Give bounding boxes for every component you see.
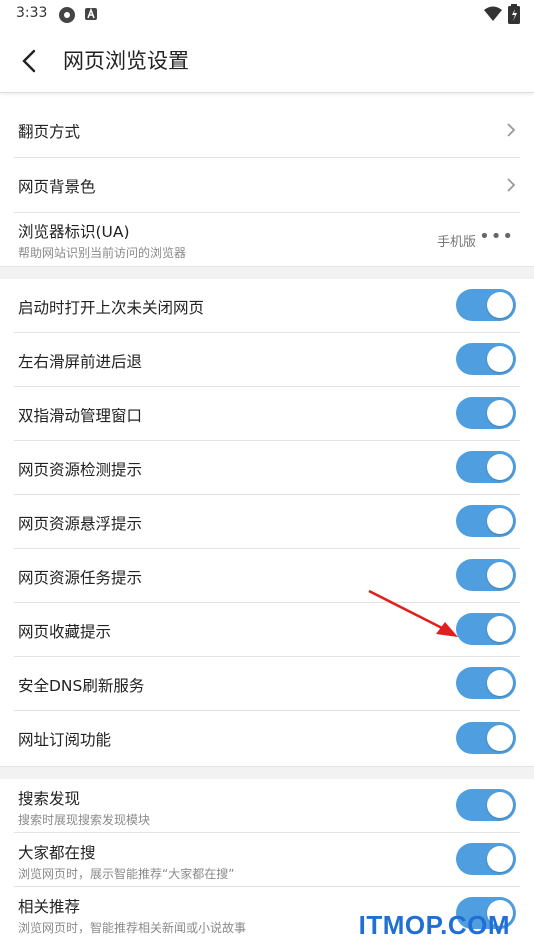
row-subtitle: 浏览网页时，展示智能推荐“大家都在搜” bbox=[18, 867, 235, 881]
row-label: 翻页方式 bbox=[18, 123, 81, 141]
row-trending-searches[interactable]: 大家都在搜 浏览网页时，展示智能推荐“大家都在搜” bbox=[14, 833, 520, 887]
row-two-finger-window-manage[interactable]: 双指滑动管理窗口 bbox=[14, 387, 520, 441]
row-label: 网页资源检测提示 bbox=[18, 461, 143, 479]
row-search-discover[interactable]: 搜索发现 搜索时展现搜索发现模块 bbox=[14, 779, 520, 833]
row-url-subscription[interactable]: 网址订阅功能 bbox=[14, 711, 520, 765]
row-subtitle: 帮助网站识别当前访问的浏览器 bbox=[18, 246, 187, 260]
toggle-knob bbox=[487, 616, 513, 642]
row-subtitle: 搜索时展现搜索发现模块 bbox=[18, 813, 151, 827]
battery-icon bbox=[508, 4, 520, 24]
row-browser-ua[interactable]: 浏览器标识(UA) 帮助网站识别当前访问的浏览器 手机版 ••• bbox=[14, 213, 520, 266]
page-title: 网页浏览设置 bbox=[63, 49, 189, 73]
toggle-knob bbox=[487, 670, 513, 696]
row-swipe-navigation[interactable]: 左右滑屏前进后退 bbox=[14, 333, 520, 387]
row-label: 网址订阅功能 bbox=[18, 731, 112, 749]
toggle-knob bbox=[487, 346, 513, 372]
more-options-icon[interactable]: ••• bbox=[479, 226, 514, 247]
toggle-knob bbox=[487, 292, 513, 318]
row-label: 启动时打开上次未关闭网页 bbox=[18, 299, 205, 317]
row-label: 浏览器标识(UA) bbox=[18, 223, 130, 241]
row-resource-detect-tip[interactable]: 网页资源检测提示 bbox=[14, 441, 520, 495]
row-page-background-color[interactable]: 网页背景色 bbox=[14, 158, 520, 213]
status-time: 3:33 bbox=[16, 5, 48, 21]
settings-gear-icon bbox=[59, 7, 75, 23]
toggle-knob bbox=[487, 400, 513, 426]
section-divider bbox=[0, 266, 534, 280]
toggle-switch[interactable] bbox=[456, 505, 516, 537]
row-secure-dns[interactable]: 安全DNS刷新服务 bbox=[14, 657, 520, 711]
back-arrow-icon[interactable] bbox=[14, 46, 44, 76]
status-bar: 3:33 bbox=[0, 0, 534, 28]
ua-value: 手机版 bbox=[436, 235, 476, 250]
row-label: 网页资源悬浮提示 bbox=[18, 515, 143, 533]
title-bar: 网页浏览设置 bbox=[0, 28, 534, 93]
notification-icon bbox=[85, 7, 97, 20]
row-label: 左右滑屏前进后退 bbox=[18, 353, 143, 371]
toggle-knob bbox=[487, 846, 513, 872]
toggle-switch[interactable] bbox=[456, 722, 516, 754]
annotation-arrow-icon bbox=[368, 589, 458, 637]
toggle-switch[interactable] bbox=[456, 451, 516, 483]
row-label: 网页资源任务提示 bbox=[18, 569, 143, 587]
row-label: 安全DNS刷新服务 bbox=[18, 677, 145, 695]
toggle-switch[interactable] bbox=[456, 667, 516, 699]
toggle-switch[interactable] bbox=[456, 397, 516, 429]
toggle-knob bbox=[487, 792, 513, 818]
row-label: 相关推荐 bbox=[18, 898, 81, 916]
toggle-knob bbox=[487, 508, 513, 534]
section-browsing-features: 启动时打开上次未关闭网页 左右滑屏前进后退 双指滑动管理窗口 网页资源检测提示 … bbox=[0, 279, 534, 766]
chevron-right-icon bbox=[507, 178, 516, 192]
wifi-icon bbox=[484, 6, 502, 21]
toggle-knob bbox=[487, 454, 513, 480]
toggle-switch[interactable] bbox=[456, 289, 516, 321]
toggle-switch[interactable] bbox=[456, 843, 516, 875]
toggle-switch[interactable] bbox=[456, 343, 516, 375]
toggle-knob bbox=[487, 725, 513, 751]
row-label: 大家都在搜 bbox=[18, 844, 96, 862]
row-page-turn-mode[interactable]: 翻页方式 bbox=[14, 103, 520, 158]
row-subtitle: 浏览网页时，智能推荐相关新闻或小说故事 bbox=[18, 921, 247, 935]
section-general: 翻页方式 网页背景色 浏览器标识(UA) 帮助网站识别当前访问的浏览器 手机版 … bbox=[0, 103, 534, 266]
toggle-switch[interactable] bbox=[456, 559, 516, 591]
row-label: 网页收藏提示 bbox=[18, 623, 112, 641]
chevron-right-icon bbox=[507, 123, 516, 137]
row-label: 双指滑动管理窗口 bbox=[18, 407, 143, 425]
toggle-switch[interactable] bbox=[456, 789, 516, 821]
row-resource-float-tip[interactable]: 网页资源悬浮提示 bbox=[14, 495, 520, 549]
watermark: ITMOP.COM bbox=[358, 910, 510, 940]
toggle-knob bbox=[487, 562, 513, 588]
row-label: 搜索发现 bbox=[18, 790, 81, 808]
row-label: 网页背景色 bbox=[18, 178, 96, 196]
row-restore-last-pages[interactable]: 启动时打开上次未关闭网页 bbox=[14, 279, 520, 333]
section-divider bbox=[0, 766, 534, 780]
